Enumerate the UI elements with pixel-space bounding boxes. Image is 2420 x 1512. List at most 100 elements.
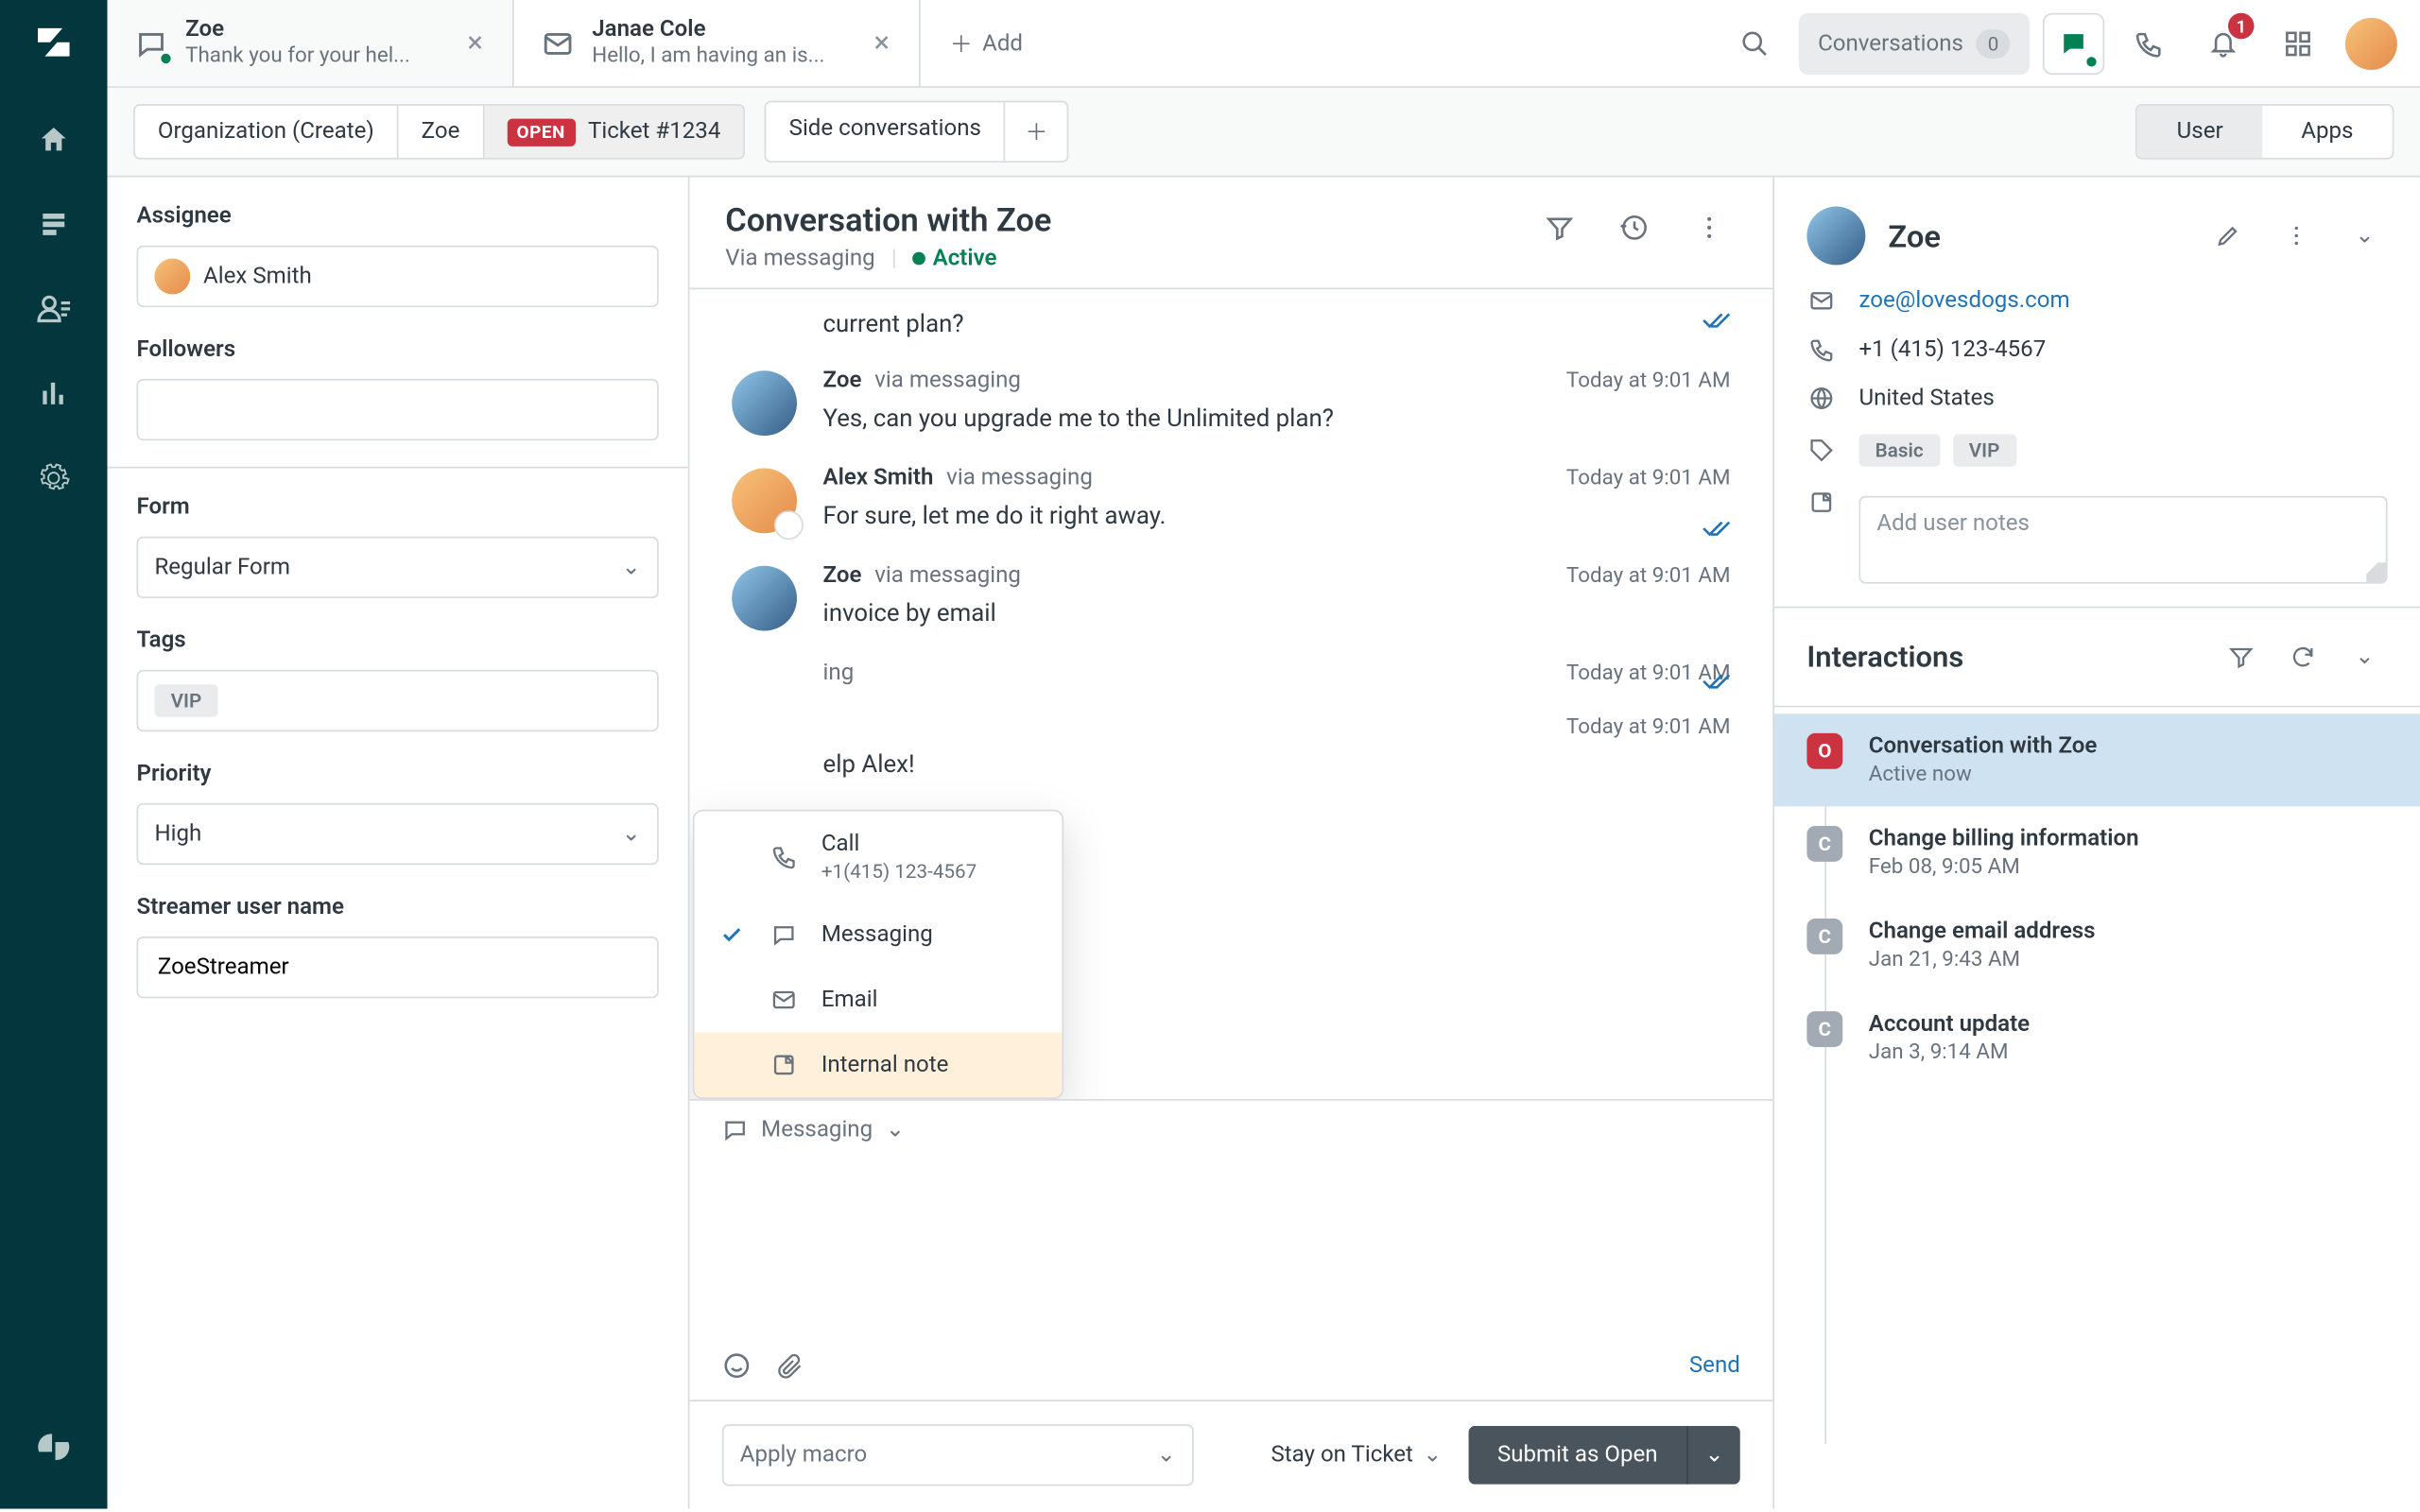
collapse-user-button[interactable]: ⌄ [2342, 213, 2387, 258]
message: Zoevia messagingToday at 9:01 AMYes, can… [732, 368, 1730, 436]
form-select[interactable]: Regular Form ⌄ [137, 537, 659, 598]
interactions-collapse[interactable]: ⌄ [2342, 634, 2387, 679]
conversations-count: 0 [1977, 29, 2011, 59]
context-bar: Organization (Create) Zoe OPENTicket #12… [108, 88, 2420, 178]
crumb-organization[interactable]: Organization (Create) [135, 106, 399, 158]
assignee-label: Assignee [137, 203, 659, 230]
assignee-field[interactable]: Alex Smith [137, 246, 659, 307]
interaction-status-badge: C [1806, 826, 1842, 862]
submit-caret[interactable]: ⌄ [1687, 1426, 1740, 1485]
user-phone: +1 (415) 123-4567 [1858, 336, 2046, 363]
channel-switcher[interactable]: Messaging ⌄ [689, 1101, 1772, 1160]
streamer-input[interactable] [137, 936, 659, 998]
add-tab-button[interactable]: ＋ Add [921, 0, 1052, 86]
nav-home[interactable] [21, 108, 86, 173]
emoji-button[interactable] [722, 1351, 752, 1381]
priority-select[interactable]: High ⌄ [137, 803, 659, 865]
form-label: Form [137, 494, 659, 521]
nav-admin[interactable] [21, 445, 86, 510]
interactions-refresh[interactable] [2280, 634, 2325, 679]
tab-apps[interactable]: Apps [2262, 106, 2393, 158]
notifications-button[interactable]: 1 [2192, 13, 2254, 75]
read-receipt-icon [1702, 517, 1731, 540]
channel-option-internal[interactable]: Internal note [695, 1032, 1063, 1097]
submit-button-group: Submit as Open ⌄ [1468, 1426, 1740, 1485]
top-bar: ZoeThank you for your hel...×Janae ColeH… [108, 0, 2420, 88]
channel-option-call[interactable]: Call+1(415) 123-4567 [695, 811, 1063, 902]
stay-on-ticket[interactable]: Stay on Ticket ⌄ [1270, 1442, 1442, 1469]
history-button[interactable] [1607, 200, 1662, 255]
tab-user[interactable]: User [2137, 106, 2262, 158]
interaction-row[interactable]: CAccount updateJan 3, 9:14 AM [1774, 991, 2420, 1084]
interactions-list[interactable]: OConversation with ZoeActive nowCChange … [1774, 707, 2420, 1508]
conversation-header: Conversation with Zoe Via messaging | Ac… [689, 178, 1772, 290]
nav-views[interactable] [21, 192, 86, 257]
interaction-sub: Jan 3, 9:14 AM [1869, 1040, 2030, 1065]
channel-option-label: Email [821, 987, 1040, 1013]
compose-textarea[interactable] [689, 1160, 1772, 1342]
user-tag: VIP [1953, 434, 2016, 466]
assignee-value: Alex Smith [203, 264, 641, 290]
interaction-row[interactable]: CChange billing informationFeb 08, 9:05 … [1774, 806, 2420, 899]
nav-rail [0, 0, 108, 1509]
tab-close-button[interactable]: × [871, 26, 892, 60]
conversation-scroll[interactable]: current plan? Zoevia messagingToday at 9… [689, 289, 1772, 1099]
macro-select[interactable]: Apply macro ⌄ [722, 1424, 1194, 1486]
send-button[interactable]: Send [1689, 1352, 1740, 1379]
chat-status-button[interactable] [2043, 13, 2104, 75]
interaction-row[interactable]: OConversation with ZoeActive now [1774, 713, 2420, 806]
zendesk-logo-icon[interactable] [21, 1415, 86, 1480]
nav-customers[interactable] [21, 276, 86, 341]
interaction-status-badge: C [1806, 919, 1842, 954]
interactions-filter[interactable] [2219, 634, 2264, 679]
online-dot-icon [160, 51, 173, 64]
submit-button[interactable]: Submit as Open [1468, 1426, 1687, 1485]
channel-option-messaging[interactable]: Messaging [695, 902, 1063, 968]
workspace-tab[interactable]: ZoeThank you for your hel... × [108, 0, 514, 86]
message-avatar [732, 468, 797, 533]
search-button[interactable] [1723, 13, 1785, 75]
apps-button[interactable] [2267, 13, 2328, 75]
notifications-count: 1 [2228, 13, 2255, 40]
attachment-button[interactable] [777, 1351, 804, 1381]
crumb-ticket[interactable]: OPENTicket #1234 [484, 106, 743, 158]
mail-icon [1806, 288, 1836, 315]
profile-avatar[interactable] [2345, 18, 2397, 70]
breadcrumb: Organization (Create) Zoe OPENTicket #12… [133, 104, 745, 159]
conversations-button[interactable]: Conversations 0 [1798, 13, 2030, 75]
interaction-sub: Active now [1869, 763, 2098, 787]
user-email[interactable]: zoe@lovesdogs.com [1858, 288, 2069, 315]
messaging-icon [769, 921, 799, 948]
message-text: elp Alex! [823, 749, 1731, 779]
message-via: via messaging [874, 368, 1021, 394]
tab-title: Zoe [185, 17, 448, 44]
tab-subtitle: Hello, I am having an is... [592, 44, 855, 70]
nav-reporting[interactable] [21, 361, 86, 426]
channel-option-email[interactable]: Email [695, 968, 1063, 1033]
user-notes-input[interactable]: Add user notes [1858, 496, 2387, 584]
read-receipt-icon [1702, 670, 1731, 693]
streamer-input-text[interactable] [154, 953, 640, 982]
tab-close-button[interactable]: × [464, 26, 486, 60]
channel-option-label: Messaging [821, 921, 1040, 948]
assignee-avatar-icon [154, 259, 190, 295]
tags-field[interactable]: VIP [137, 670, 659, 731]
filter-button[interactable] [1532, 200, 1587, 255]
macro-placeholder: Apply macro [740, 1442, 867, 1469]
talk-button[interactable] [2118, 13, 2179, 75]
plus-icon: ＋ [950, 26, 973, 59]
interaction-title: Change email address [1869, 919, 2096, 945]
side-conversations-button[interactable]: Side conversations [767, 102, 1005, 161]
user-more-button[interactable] [2273, 213, 2319, 258]
side-conversations-add[interactable]: ＋ [1004, 102, 1067, 161]
tab-title: Janae Cole [592, 17, 855, 44]
crumb-user[interactable]: Zoe [399, 106, 485, 158]
followers-field[interactable] [137, 379, 659, 440]
edit-user-button[interactable] [2205, 213, 2251, 258]
interaction-row[interactable]: CChange email addressJan 21, 9:43 AM [1774, 899, 2420, 991]
workspace-tab[interactable]: Janae ColeHello, I am having an is... × [514, 0, 921, 86]
form-value: Regular Form [154, 555, 290, 581]
tag-icon [1806, 438, 1836, 464]
more-button[interactable] [1682, 200, 1737, 255]
tab-subtitle: Thank you for your hel... [185, 44, 448, 70]
